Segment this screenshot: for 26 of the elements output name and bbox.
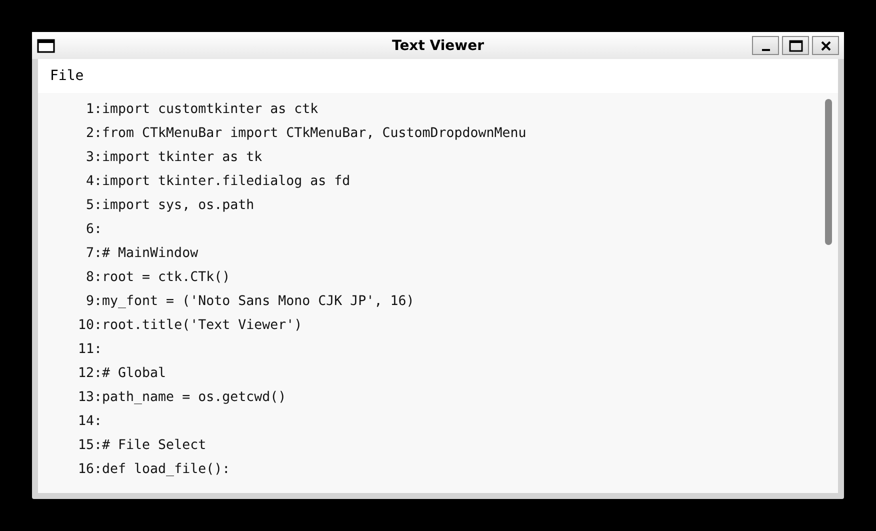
code-line: 1:import customtkinter as ctk: [86, 102, 318, 117]
scrollbar-thumb[interactable]: [825, 99, 832, 245]
maximize-icon: [788, 40, 802, 52]
minimize-button[interactable]: [752, 36, 779, 55]
code-line: 16:def load_file():: [78, 462, 230, 477]
code-line: 13:path_name = os.getcwd(): [78, 390, 286, 405]
code-line: 4:import tkinter.filedialog as fd: [86, 174, 350, 189]
window-title: Text Viewer: [392, 38, 484, 54]
code-line: 3:import tkinter as tk: [86, 150, 262, 165]
code-line: 15:# File Select: [78, 438, 206, 453]
close-button[interactable]: [812, 36, 839, 55]
window-icon: [37, 38, 55, 52]
maximize-button[interactable]: [782, 36, 809, 55]
code-line: 8:root = ctk.CTk(): [86, 270, 230, 285]
code-line: 2:from CTkMenuBar import CTkMenuBar, CustomDropdownMenu: [86, 126, 526, 141]
code-line: 6:: [86, 222, 102, 237]
code-line: 14:: [78, 414, 102, 429]
close-icon: [820, 40, 832, 52]
code-line: 12:# Global: [78, 366, 166, 381]
code-line: 9:my_font = ('Noto Sans Mono CJK JP', 16): [86, 294, 414, 309]
menu-item[interactable]: File: [50, 68, 84, 84]
minimize-icon: [762, 48, 770, 50]
code-line: 7:# MainWindow: [86, 246, 198, 261]
code-line: 11:: [78, 342, 102, 357]
code-line: 5:import sys, os.path: [86, 198, 254, 213]
code-line: 10:root.title('Text Viewer'): [78, 318, 302, 333]
